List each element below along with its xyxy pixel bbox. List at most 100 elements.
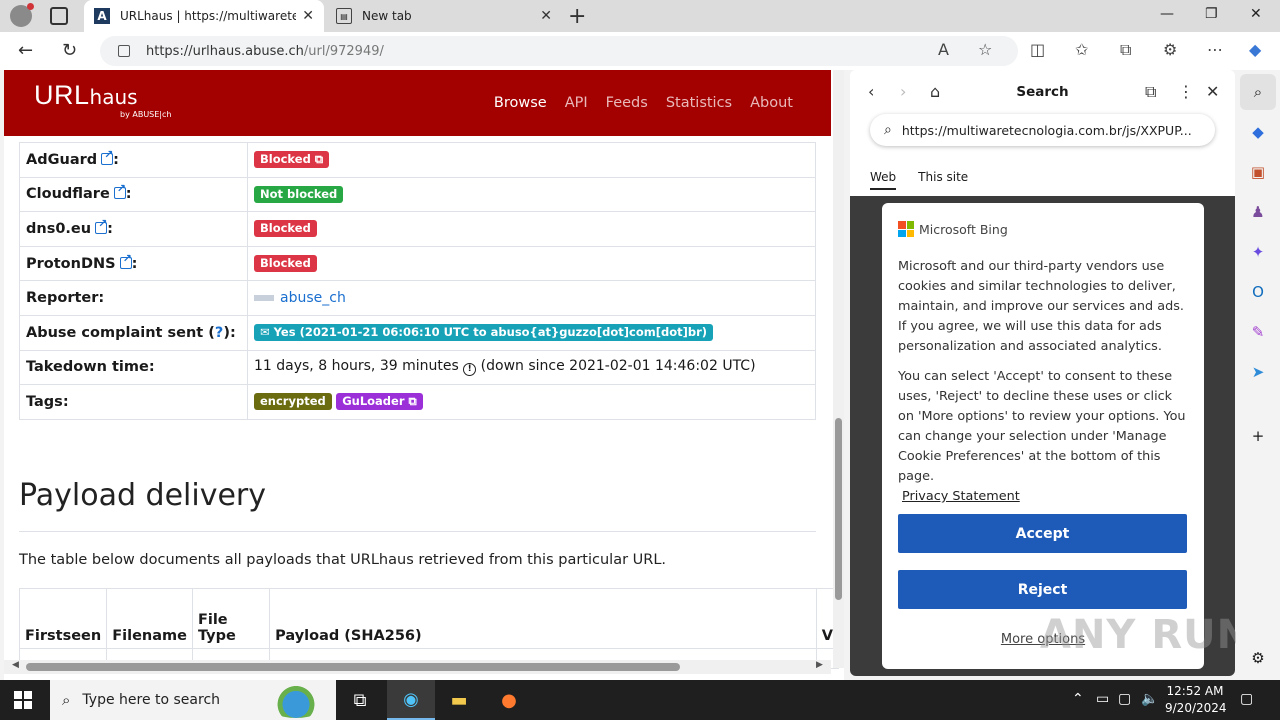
logo-main: URL — [34, 80, 90, 110]
taskbar-search[interactable]: ⌕ Type here to search — [50, 680, 336, 720]
col-firstseen[interactable]: Firstseen — [18, 588, 108, 649]
search-icon: ⌕ — [62, 691, 71, 709]
external-link-icon[interactable] — [113, 182, 126, 200]
window-close-icon[interactable]: ✕ — [1250, 6, 1262, 22]
col-payload[interactable]: Payload (SHA256) — [269, 588, 817, 649]
tag-badge[interactable]: GuLoader ⧉ — [336, 393, 423, 411]
close-panel-icon[interactable]: ✕ — [1206, 82, 1219, 101]
address-field[interactable]: https://urlhaus.abuse.ch/url/972949/ — [100, 36, 1018, 66]
search-icon: ⌕ — [884, 122, 892, 138]
takedown-since: (down since 2021-02-01 14:46:02 UTC) — [480, 358, 756, 375]
copilot-icon[interactable]: ◆ — [1249, 40, 1261, 59]
designer-icon[interactable]: ✎ — [1248, 322, 1268, 342]
nav-feeds[interactable]: Feeds — [606, 95, 648, 111]
info-icon[interactable]: ! — [463, 363, 477, 377]
close-tab-icon[interactable]: ✕ — [302, 8, 314, 24]
horizontal-scrollbar[interactable]: ◀ ▶ — [4, 660, 831, 674]
tab-web[interactable]: Web — [870, 170, 897, 190]
extensions-icon[interactable]: ⚙ — [1163, 40, 1177, 59]
table-row: Abuse complaint sent (?): ✉ Yes (2021-01… — [19, 314, 816, 351]
dns-provider-label: ProtonDNS — [26, 255, 116, 272]
settings-gear-icon[interactable]: ⚙ — [1248, 648, 1268, 668]
outlook-icon[interactable]: O — [1248, 282, 1268, 302]
divider — [19, 531, 816, 532]
nav-about[interactable]: About — [750, 95, 793, 111]
status-badge[interactable]: Blocked ⧉ — [254, 151, 330, 169]
col-filetype[interactable]: File Type — [191, 588, 271, 649]
volume-icon[interactable]: 🔈 — [1141, 691, 1158, 707]
favorite-star-icon[interactable]: ☆ — [978, 40, 992, 59]
drop-icon[interactable]: ➤ — [1248, 362, 1268, 382]
side-search-input[interactable]: ⌕ https://multiwaretecnologia.com.br/js/… — [870, 114, 1215, 146]
status-badge: Not blocked — [254, 185, 344, 203]
system-clock[interactable]: 12:52 AM 9/20/2024 — [1165, 683, 1227, 717]
scroll-thumb[interactable] — [835, 418, 842, 600]
external-link-icon[interactable] — [101, 148, 113, 165]
notifications-icon[interactable]: ▢ — [1240, 691, 1253, 707]
tab-new-tab[interactable]: ▤ New tab ✕ — [326, 0, 562, 32]
read-aloud-icon[interactable]: A — [938, 40, 949, 59]
side-panel-header: ‹ › ⌂ Search ⧉ ⋮ ✕ ⌕ https://multiwarete… — [850, 70, 1235, 196]
privacy-link[interactable]: Privacy Statement — [902, 487, 1020, 507]
split-screen-icon[interactable]: ◫ — [1030, 40, 1045, 59]
close-tab-icon[interactable]: ✕ — [540, 8, 552, 24]
reporter-link[interactable]: abuse_ch — [280, 290, 346, 306]
url-info-table: AdGuard: Blocked ⧉ Cloudflare: Not block… — [19, 142, 816, 420]
favorites-icon[interactable]: ✩ — [1075, 40, 1088, 59]
tab-urlhaus[interactable]: A URLhaus | https://multiwaretecnologi ✕ — [84, 0, 324, 32]
external-link-icon[interactable] — [95, 217, 107, 234]
table-row: dns0.eu: Blocked — [19, 211, 816, 247]
info-key: Cloudflare: — [19, 176, 248, 213]
file-explorer-icon[interactable]: ▬ — [435, 680, 483, 720]
nav-api[interactable]: API — [565, 95, 588, 111]
games-icon[interactable]: ♟ — [1248, 202, 1268, 222]
consent-paragraph: Microsoft and our third-party vendors us… — [898, 259, 1184, 354]
shopping-icon[interactable]: ◆ — [1248, 122, 1268, 142]
external-link-icon[interactable] — [119, 252, 132, 269]
scroll-right-icon[interactable]: ▶ — [816, 660, 823, 670]
back-icon[interactable]: ← — [18, 40, 33, 61]
more-options-icon[interactable]: ⋮ — [1178, 82, 1194, 101]
minimize-icon[interactable]: — — [1160, 6, 1174, 22]
collections-icon[interactable]: ⧉ — [1120, 40, 1131, 60]
refresh-icon[interactable]: ↻ — [62, 40, 77, 61]
open-in-tab-icon[interactable]: ⧉ — [1145, 82, 1156, 102]
edge-taskbar-icon[interactable]: ◉ — [387, 680, 435, 720]
search-icon[interactable]: ⌕ — [1240, 74, 1276, 110]
tag-badge[interactable]: encrypted — [254, 393, 332, 411]
network-icon[interactable]: ▢ — [1118, 691, 1131, 707]
firefox-icon[interactable]: ● — [485, 680, 533, 720]
add-icon[interactable]: + — [1248, 426, 1268, 446]
side-tabs: Web This site — [870, 170, 968, 190]
scroll-thumb[interactable] — [26, 663, 680, 671]
consent-paragraph: You can select 'Accept' to consent to th… — [898, 367, 1188, 507]
table-header-row: Firstseen Filename File Type Payload (SH… — [18, 588, 840, 649]
task-view-icon[interactable]: ⧉ — [336, 680, 384, 720]
copilot-icon[interactable]: ✦ — [1248, 242, 1268, 262]
site-header: URLhaus by ABUSE|ch Browse API Feeds Sta… — [4, 70, 831, 136]
more-menu-icon[interactable]: ⋯ — [1207, 40, 1223, 59]
col-filename[interactable]: Filename — [106, 588, 193, 649]
lock-icon — [118, 45, 130, 57]
info-value: Blocked — [247, 245, 816, 282]
tools-icon[interactable]: ▣ — [1248, 162, 1268, 182]
urlhaus-logo[interactable]: URLhaus by ABUSE|ch — [34, 80, 171, 119]
accept-button[interactable]: Accept — [898, 514, 1187, 553]
vertical-scrollbar[interactable] — [833, 70, 844, 668]
abuse-badge: ✉ Yes (2021-01-21 06:06:10 UTC to abuso{… — [254, 324, 714, 342]
new-tab-plus-icon[interactable]: + — [568, 4, 586, 29]
consent-text: You can select 'Accept' to consent to th… — [898, 369, 1186, 484]
address-bar-row: ← ↻ https://urlhaus.abuse.ch/url/972949/… — [0, 32, 1280, 70]
info-value: encrypted GuLoader ⧉ — [247, 384, 816, 420]
reject-button[interactable]: Reject — [898, 570, 1187, 609]
profile-avatar[interactable] — [10, 3, 34, 27]
restore-icon[interactable]: ❐ — [1205, 6, 1218, 22]
windows-start-icon[interactable] — [14, 691, 32, 709]
nav-browse[interactable]: Browse — [494, 95, 547, 111]
tray-chevron-icon[interactable]: ⌃ — [1072, 691, 1084, 707]
tray-device-icon[interactable]: ▭ — [1096, 691, 1109, 707]
tab-this-site[interactable]: This site — [918, 170, 968, 190]
scroll-left-icon[interactable]: ◀ — [12, 660, 19, 670]
tab-actions-icon[interactable] — [50, 7, 68, 25]
nav-statistics[interactable]: Statistics — [666, 95, 732, 111]
